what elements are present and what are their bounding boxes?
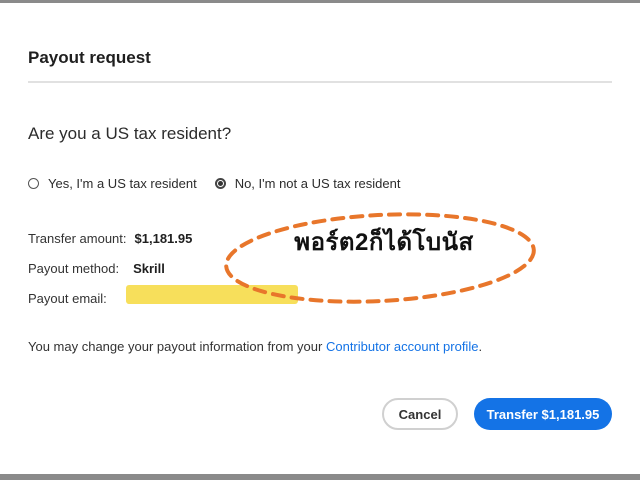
window-bottom-border (0, 474, 640, 480)
handwritten-annotation-text: พอร์ต2ก็ได้โบนัส (294, 229, 474, 256)
